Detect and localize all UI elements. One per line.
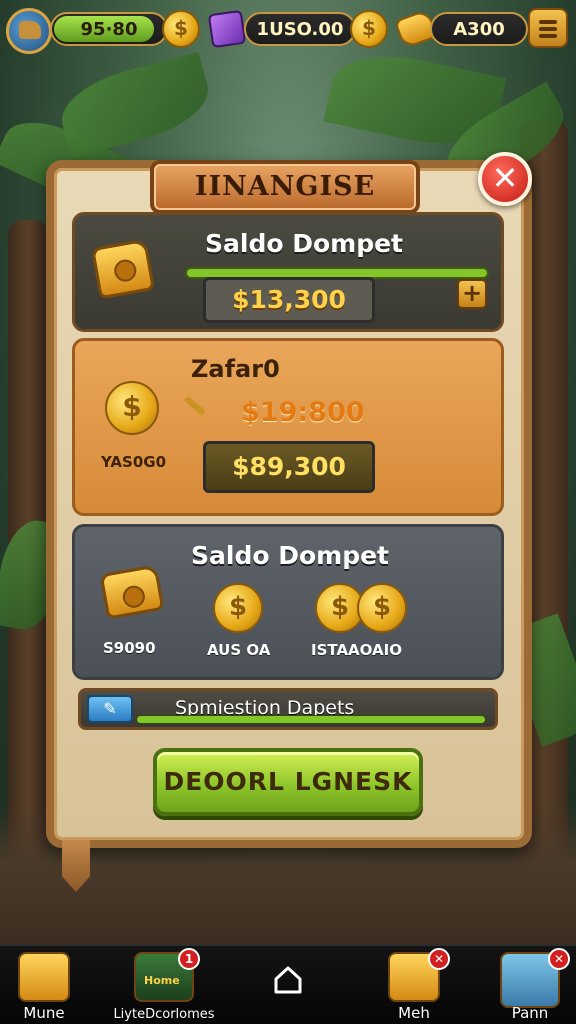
panel-title: IINANGISE (194, 171, 376, 202)
resource-bar-gold: 95·80 (50, 12, 168, 46)
confirm-deposit-label: DEOORL LGNESK (163, 767, 413, 796)
notification-badge: ✕ (548, 948, 570, 970)
item-label: AUS OA (207, 641, 271, 659)
notification-badge: ✕ (428, 948, 450, 970)
balance-value: $13,300 (203, 277, 375, 323)
nav-item-mune[interactable]: Mune (4, 952, 84, 1022)
coin-icon[interactable]: $ (213, 583, 263, 633)
nav-label: LiyteDcorlomes (113, 1007, 215, 1022)
add-funds-button[interactable]: + (457, 279, 487, 309)
nav-label: Pann (511, 1004, 549, 1022)
nav-label: Mune (23, 1004, 65, 1022)
resource-bar-gems: 1USO.00 (244, 12, 356, 46)
wallet-balance-card: Saldo Dompet $13,300 + (72, 212, 504, 332)
deposit-progress-bar (137, 716, 485, 723)
panel-title-banner: IINANGISE (150, 160, 420, 214)
deposit-progress-row[interactable]: ✎ Spmiestion Dapets (78, 688, 498, 730)
item-label: S9090 (103, 639, 156, 657)
close-icon: ✕ (491, 159, 519, 197)
nav-item-decorations[interactable]: Home 1 LiyteDcorlomes (113, 948, 215, 1022)
nav-item-home[interactable] (248, 952, 328, 1022)
card-title: Saldo Dompet (205, 229, 403, 258)
treasure-chest-icon (90, 238, 156, 300)
offer-price: $19:800 (241, 397, 365, 428)
coin-icon: $ (162, 10, 200, 48)
tools-icon: ✎ (87, 695, 133, 723)
home-icon (274, 966, 302, 994)
nav-item-pann[interactable]: ✕ Pann (490, 948, 570, 1022)
coin-icon: $ (105, 381, 159, 435)
card-title: Saldo Dompet (191, 541, 389, 570)
item-label: ISTAAOAIO (311, 641, 402, 659)
coin-label: YAS0G0 (101, 453, 167, 471)
notification-badge: 1 (178, 948, 200, 970)
hat-avatar-icon (19, 21, 41, 39)
wallet-items-card: Saldo Dompet S9090 $ AUS OA $ $ ISTAAOAI… (72, 524, 504, 680)
coin-icon: $ (350, 10, 388, 48)
top-resource-bar: 95·80 $ 1USO.00 $ A300 (0, 0, 576, 62)
card-title: Zafar0 (191, 355, 280, 383)
offer-value: $89,300 (203, 441, 375, 493)
nav-item-meh[interactable]: ✕ Meh (374, 948, 454, 1022)
bottom-navigation: Mune Home 1 LiyteDcorlomes ✕ Meh ✕ Pann (0, 944, 576, 1024)
resource-bar-keys: A300 (430, 12, 528, 46)
gem-icon (207, 9, 247, 49)
camera-chest-icon (99, 564, 165, 620)
offer-card[interactable]: $ Zafar0 $19:800 YAS0G0 $89,300 (72, 338, 504, 516)
close-button[interactable]: ✕ (478, 152, 532, 206)
player-avatar[interactable] (6, 8, 52, 54)
confirm-deposit-button[interactable]: DEOORL LGNESK (153, 748, 423, 816)
resource-value: A300 (453, 19, 505, 40)
crate-icon (18, 952, 70, 1002)
plus-icon: + (461, 279, 483, 307)
wand-icon (183, 395, 207, 417)
nav-icon-text: Home (144, 974, 180, 987)
resource-value: 95·80 (80, 19, 138, 40)
resource-value: 1USO.00 (256, 19, 344, 40)
progress-bar (187, 269, 487, 277)
nav-label: Meh (398, 1004, 430, 1022)
coin-icon[interactable]: $ (357, 583, 407, 633)
menu-button[interactable] (528, 8, 568, 48)
